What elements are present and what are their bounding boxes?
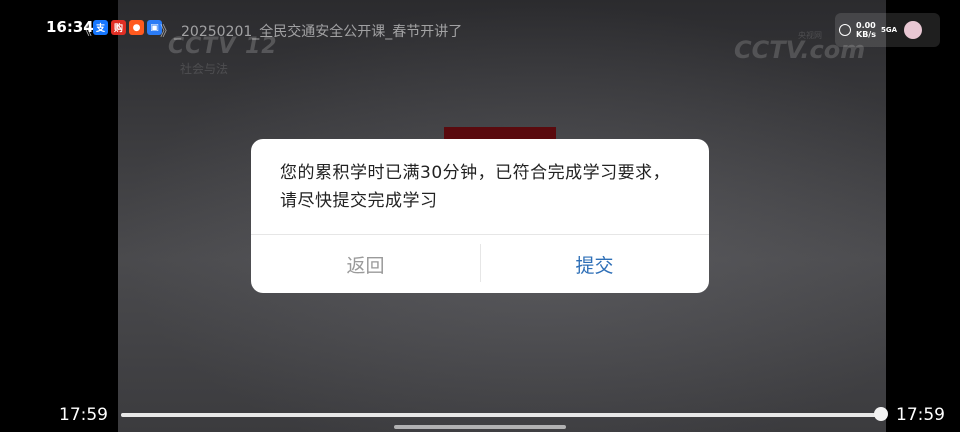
network-speed-value: 0.00 — [856, 21, 876, 30]
network-speed: 0.00 KB/s — [856, 21, 876, 39]
total-time: 17:59 — [896, 405, 945, 425]
network-speed-unit: KB/s — [856, 30, 876, 39]
alarm-icon — [839, 24, 851, 36]
progress-fill — [121, 413, 881, 417]
progress-thumb[interactable] — [874, 407, 888, 421]
home-indicator[interactable] — [394, 425, 566, 429]
battery-icon — [904, 21, 923, 39]
back-button[interactable]: 返回 — [251, 235, 480, 293]
red-app-icon: 购 — [111, 20, 126, 35]
video-title: 》_20250201_全民交通安全公开课_春节开讲了 — [160, 24, 463, 40]
progress-bar[interactable] — [121, 413, 881, 417]
back-icon[interactable]: 《 — [78, 20, 92, 40]
dialog-message: 您的累积学时已满30分钟，已符合完成学习要求，请尽快提交完成学习 — [280, 163, 671, 211]
submit-button[interactable]: 提交 — [480, 235, 709, 293]
screen: CCTV 12 社会与法 央视网 CCTV.com 16:34 支购 ● ▣ 《 》… — [0, 0, 960, 432]
notification-icons: 支购 ● ▣ — [93, 20, 162, 35]
alipay-icon: 支 — [93, 20, 108, 35]
status-indicators: 0.00 KB/s 5GA — [835, 13, 940, 47]
channel-watermark-sub: 社会与法 — [180, 62, 229, 76]
network-type: 5GA — [880, 26, 898, 34]
current-time: 17:59 — [59, 405, 108, 425]
completion-dialog: 您的累积学时已满30分钟，已符合完成学习要求，请尽快提交完成学习 返回 提交 — [251, 139, 709, 293]
orange-app-icon: ● — [129, 20, 144, 35]
